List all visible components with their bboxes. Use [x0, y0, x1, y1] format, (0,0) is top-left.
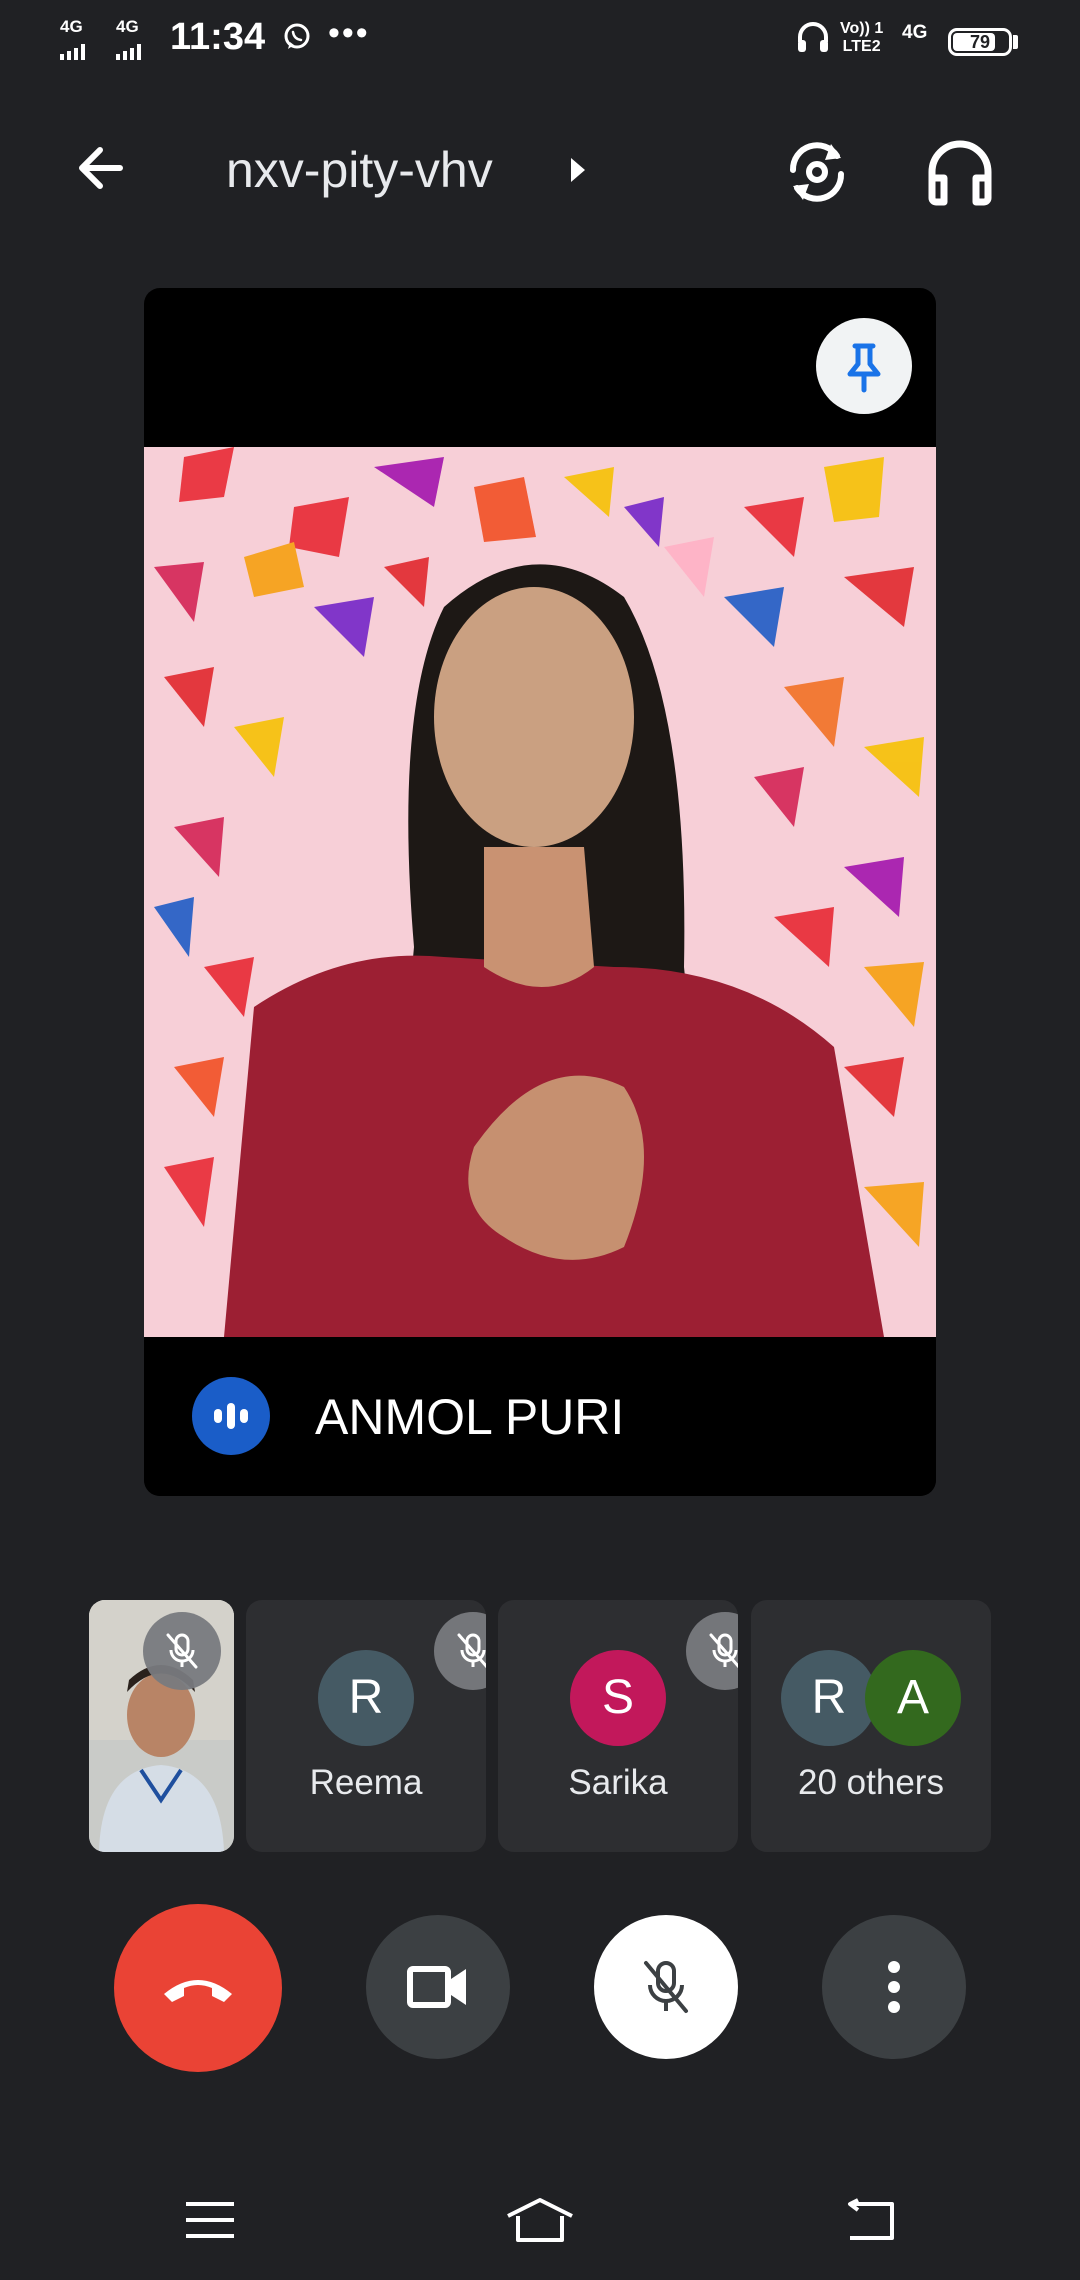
microphone-toggle-button[interactable]	[594, 1915, 738, 2059]
main-speaker-tile[interactable]: ANMOL PURI	[144, 288, 936, 1496]
nav-home-button[interactable]	[500, 2180, 580, 2260]
network-label-2: 4G	[116, 17, 139, 36]
speaker-name: ANMOL PURI	[315, 1389, 625, 1445]
self-view-tile[interactable]	[89, 1600, 234, 1852]
battery-level: 79	[969, 32, 991, 52]
mic-off-icon	[166, 1633, 198, 1669]
network-label-1: 4G	[60, 17, 83, 36]
back-icon	[848, 2198, 894, 2240]
signal-icon-1	[60, 44, 85, 60]
mic-off-icon	[709, 1633, 738, 1669]
speaker-video	[144, 447, 936, 1337]
mic-off-icon	[644, 1961, 688, 2013]
switch-camera-icon[interactable]	[775, 130, 859, 214]
nav-back-button[interactable]	[830, 2180, 910, 2260]
more-notifications-icon: •••	[328, 14, 370, 52]
participant-tile-others[interactable]: R A 20 others	[751, 1600, 991, 1852]
battery-icon: 79	[948, 28, 1012, 56]
speaking-indicator-icon	[192, 1377, 270, 1455]
participant-name: 20 others	[798, 1763, 944, 1802]
pin-icon	[847, 343, 881, 393]
headphones-icon[interactable]	[918, 130, 1002, 214]
more-options-button[interactable]	[822, 1915, 966, 2059]
clock: 11:34	[170, 16, 266, 58]
mic-off-icon	[457, 1633, 486, 1669]
volte-line-2: LTE2	[842, 38, 881, 55]
caret-right-icon[interactable]	[568, 155, 588, 185]
end-call-icon	[164, 1980, 232, 2002]
video-camera-icon	[407, 1966, 466, 2008]
participant-name: Sarika	[568, 1763, 668, 1802]
meeting-code[interactable]: nxv-pity-vhv	[226, 140, 493, 200]
pin-button[interactable]	[816, 318, 912, 414]
participant-name: Reema	[309, 1763, 423, 1802]
network-type: 4G	[902, 22, 928, 43]
camera-toggle-button[interactable]	[366, 1915, 510, 2059]
avatar: S	[570, 1650, 666, 1746]
signal-icon-2	[116, 44, 141, 60]
battery-tip	[1013, 35, 1018, 49]
home-icon	[507, 2198, 573, 2242]
volte-indicator: Vo)) 1 LTE2	[840, 20, 883, 56]
back-arrow-icon[interactable]	[70, 130, 150, 210]
menu-icon	[186, 2202, 234, 2238]
mute-badge	[143, 1612, 221, 1690]
volte-line-1: Vo)) 1	[840, 20, 884, 37]
status-bar: 4G 4G 11:34 ••• Vo)) 1 LTE2 4G 79	[0, 0, 1080, 80]
more-vertical-icon	[888, 1961, 900, 2013]
avatar: A	[865, 1650, 961, 1746]
participant-tile-sarika[interactable]: S Sarika	[498, 1600, 738, 1852]
avatar: R	[781, 1650, 877, 1746]
avatar: R	[318, 1650, 414, 1746]
speaker-name-bar: ANMOL PURI	[144, 1337, 936, 1496]
participant-tile-reema[interactable]: R Reema	[246, 1600, 486, 1852]
mute-badge	[434, 1612, 486, 1690]
mute-badge	[686, 1612, 738, 1690]
headset-status-icon	[798, 22, 828, 52]
whatsapp-icon	[284, 23, 310, 49]
nav-menu-button[interactable]	[170, 2180, 250, 2260]
end-call-button[interactable]	[114, 1904, 282, 2072]
